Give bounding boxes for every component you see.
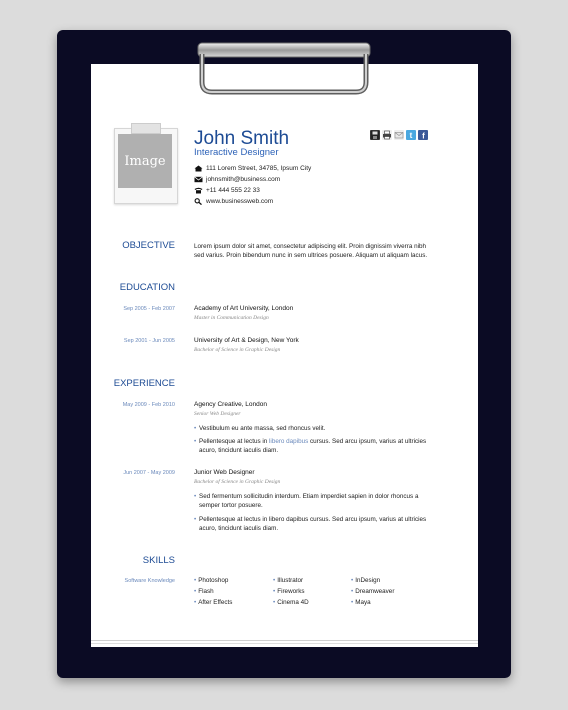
bullet-dot: • (194, 438, 197, 445)
twitter-icon[interactable]: t (406, 130, 416, 140)
profile-photo-placeholder: Image (118, 134, 172, 188)
experience-date: Jun 2007 - May 2009 (123, 470, 175, 476)
skills-heading: SKILLS (142, 555, 175, 566)
experience-bullet: • Vestibulum eu ante massa, sed rhoncus … (194, 424, 434, 433)
experience-heading: EXPERIENCE (113, 378, 175, 389)
contact-address-text: 111 Lorem Street, 34785, Ipsum City (206, 165, 312, 172)
email-icon[interactable] (394, 130, 404, 140)
skill-text: Cinema 4D (277, 599, 309, 606)
skill-text: InDesign (355, 577, 381, 584)
contact-email[interactable]: johnsmith@business.com (194, 176, 280, 183)
bullet-text: Pellentesque at lectus in (199, 438, 270, 445)
experience-company: Agency Creative, London (194, 401, 267, 408)
skill-text: Maya (355, 599, 371, 606)
skill-text: Photoshop (198, 577, 229, 584)
skill-item: • Dreamweaver (351, 588, 395, 595)
skill-text: After Effects (198, 599, 233, 606)
contact-website-text: www.businessweb.com (206, 198, 274, 205)
svg-text:f: f (422, 132, 425, 141)
bullet-text-line2: acuro, tincidunt iaculis diam. (199, 525, 279, 532)
skill-item: • Fireworks (273, 588, 305, 595)
svg-text:t: t (410, 131, 413, 140)
contact-email-text: johnsmith@business.com (206, 176, 281, 183)
experience-bullet: • Pellentesque at lectus in libero dapib… (194, 515, 434, 533)
bullet-text: Vestibulum eu ante massa, sed rhoncus ve… (199, 425, 326, 432)
education-date: Sep 2005 - Feb 2007 (123, 306, 175, 312)
phone-icon (194, 187, 203, 194)
experience-role: Senior Web Designer (194, 411, 241, 417)
objective-line: Lorem ipsum dolor sit amet, consectetur … (194, 243, 427, 250)
skill-text: Illustrator (277, 577, 304, 584)
bullet-dot: • (194, 493, 197, 500)
contact-phone: +11 444 555 22 33 (194, 187, 260, 194)
bullet-link[interactable]: libero dapibus (269, 438, 308, 445)
paper-edge (91, 643, 478, 644)
education-degree: Master in Communication Design (194, 315, 269, 321)
bullet-text: Sed fermentum sollicitudin interdum. Eti… (199, 493, 419, 500)
objective-text: Lorem ipsum dolor sit amet, consectetur … (194, 242, 434, 260)
experience-role: Bachelor of Science in Graphic Design (194, 479, 281, 485)
facebook-icon[interactable]: f (418, 130, 428, 140)
skill-item: • Illustrator (273, 577, 304, 584)
skill-item: • Maya (351, 599, 371, 606)
bullet-dot: • (194, 425, 197, 432)
experience-bullet: • Pellentesque at lectus in libero dapib… (194, 437, 434, 455)
photo-label: Image (124, 153, 166, 169)
contact-address: 111 Lorem Street, 34785, Ipsum City (194, 165, 311, 172)
skill-item: • Photoshop (194, 577, 229, 584)
bullet-text: Pellentesque at lectus in libero dapibus… (199, 516, 427, 523)
objective-line: sed varius. Proin bibendum nunc in sem u… (194, 252, 428, 259)
bullet-dot: • (194, 516, 197, 523)
save-icon[interactable] (370, 130, 380, 140)
search-icon (194, 198, 202, 205)
contact-website[interactable]: www.businessweb.com (194, 198, 273, 205)
skill-item: • Cinema 4D (273, 599, 309, 606)
skill-text: Dreamweaver (355, 588, 395, 595)
resume-job-title: Interactive Designer (194, 147, 279, 158)
bullet-text-line2: semper tortor posuere. (199, 502, 263, 509)
education-date: Sep 2001 - Jun 2005 (123, 338, 175, 344)
share-toolbar: t f (370, 130, 428, 140)
contact-phone-text: +11 444 555 22 33 (206, 187, 260, 194)
home-icon (194, 165, 203, 172)
experience-date: May 2009 - Feb 2010 (122, 402, 175, 408)
skill-text: Flash (198, 588, 214, 595)
education-degree: Bachelor of Science in Graphic Design (194, 347, 281, 353)
education-school: University of Art & Design, New York (194, 337, 299, 344)
skill-item: • InDesign (351, 577, 381, 584)
paper-edge (91, 640, 478, 641)
photo-tape (131, 123, 161, 134)
mail-icon (194, 176, 203, 183)
bullet-text-line2: acuro, tincidunt iaculis diam. (199, 447, 279, 454)
skill-item: • Flash (194, 588, 214, 595)
experience-company: Junior Web Designer (194, 469, 255, 476)
experience-bullet: • Sed fermentum sollicitudin interdum. E… (194, 492, 434, 510)
education-heading: EDUCATION (119, 282, 175, 293)
bullet-text: cursus. Sed arcu ipsum, varius at ultric… (308, 438, 427, 445)
print-icon[interactable] (382, 130, 392, 140)
objective-heading: OBJECTIVE (122, 240, 175, 251)
skill-item: • After Effects (194, 599, 233, 606)
education-school: Academy of Art University, London (194, 305, 294, 312)
skills-label: Software Knowledge (124, 578, 175, 584)
skill-text: Fireworks (277, 588, 305, 595)
clipboard-clip-icon (197, 42, 371, 95)
